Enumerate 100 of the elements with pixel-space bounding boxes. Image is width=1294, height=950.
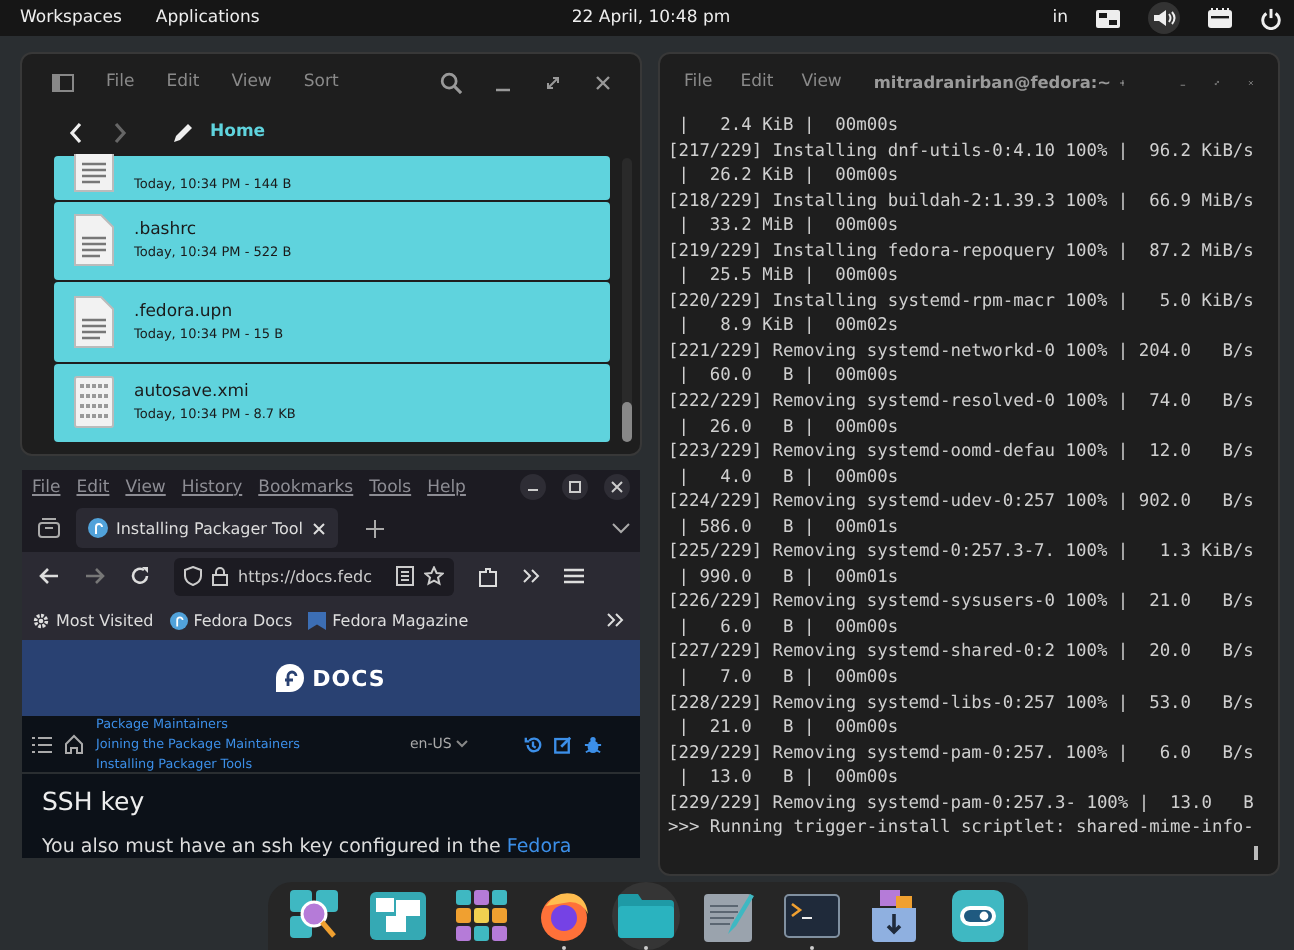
- home-icon[interactable]: [64, 734, 84, 754]
- shield-icon[interactable]: [184, 566, 202, 586]
- folder-icon: [618, 894, 675, 938]
- extensions-icon[interactable]: [478, 565, 498, 587]
- toggle-switch-icon: [951, 890, 1004, 942]
- bug-icon[interactable]: [583, 735, 602, 753]
- forward-icon[interactable]: [112, 121, 128, 143]
- running-indicator: [562, 946, 567, 950]
- menu-item[interactable]: Tools: [369, 477, 412, 497]
- terminal-line: | 26.2 KiB | 00m00s: [676, 164, 901, 190]
- bookmark[interactable]: Most Visited: [32, 611, 154, 629]
- forward-icon[interactable]: [84, 566, 106, 586]
- docs-logo-text[interactable]: DOCS: [312, 665, 386, 691]
- menu-item[interactable]: View: [125, 477, 166, 497]
- file-name: .bashrc: [134, 220, 199, 241]
- terminal-cursor: [1254, 845, 1258, 860]
- maximize-icon[interactable]: [568, 480, 582, 494]
- clock[interactable]: 22 April, 10:48 pm: [571, 8, 731, 28]
- text-file-icon: [74, 154, 114, 191]
- terminal-line: | 586.0 B | 00m01s: [676, 515, 901, 541]
- search-icon: [290, 890, 343, 942]
- power-icon[interactable]: [1260, 7, 1283, 29]
- terminal-line: | 13.0 B | 00m00s: [676, 766, 901, 792]
- fedora-logo-icon[interactable]: [276, 664, 305, 692]
- back-icon[interactable]: [38, 566, 60, 586]
- text-file-icon: [74, 295, 114, 348]
- sidebar-toggle-icon[interactable]: [52, 73, 74, 91]
- menu-item[interactable]: View: [801, 72, 842, 92]
- bookmark[interactable]: Fedora Docs: [169, 611, 293, 629]
- chevron-down-icon[interactable]: [612, 522, 630, 534]
- browser-tab[interactable]: Installing Packager Tool: [76, 508, 338, 548]
- tab-list-icon[interactable]: [38, 518, 60, 538]
- terminal-line: | 60.0 B | 00m00s: [676, 364, 901, 391]
- menu-item[interactable]: Edit: [76, 477, 110, 497]
- close-icon[interactable]: [610, 480, 624, 494]
- running-indicator: [810, 946, 815, 950]
- dock-item[interactable]: [612, 882, 681, 950]
- menu-item[interactable]: Help: [427, 477, 466, 497]
- chevron-down-icon[interactable]: [455, 740, 468, 748]
- browser-icon: [538, 890, 591, 942]
- reader-view-icon[interactable]: [396, 566, 414, 586]
- back-icon[interactable]: [68, 121, 84, 143]
- workspaces-button[interactable]: Workspaces: [20, 8, 122, 28]
- running-indicator: [644, 946, 649, 950]
- terminal-line: [226/229] Removing systemd-sysusers-0 100% | 21.0 B/s: [668, 590, 1256, 616]
- volume-icon[interactable]: [1148, 2, 1181, 34]
- menu-item[interactable]: Edit: [166, 72, 200, 92]
- history-icon[interactable]: [523, 735, 542, 753]
- address-bar[interactable]: https://docs.fedc: [174, 557, 454, 595]
- terminal-line: [229/229] Removing systemd-pam-0:257.3- 100% | 13.0 B: [668, 791, 1256, 817]
- terminal-line: | 8.9 KiB | 00m02s: [676, 314, 901, 340]
- close-button[interactable]: [604, 474, 630, 500]
- close-icon[interactable]: [594, 73, 612, 91]
- edit-icon[interactable]: [553, 735, 572, 753]
- scrollbar[interactable]: [622, 158, 632, 442]
- location-label[interactable]: Home: [210, 122, 266, 142]
- terminal-line: | 7.0 B | 00m00s: [676, 666, 901, 692]
- applications-button[interactable]: Applications: [155, 8, 260, 28]
- menu-icon[interactable]: [564, 568, 584, 584]
- pencil-icon[interactable]: [172, 121, 194, 143]
- search-icon[interactable]: [440, 71, 462, 93]
- double-chevron-icon[interactable]: [606, 612, 624, 628]
- keyboard-layout-indicator[interactable]: in: [1052, 8, 1069, 28]
- menu-item[interactable]: Edit: [740, 72, 774, 92]
- menu-item[interactable]: File: [32, 477, 61, 497]
- maximize-icon[interactable]: [544, 73, 562, 91]
- menu-item[interactable]: Bookmarks: [258, 477, 354, 497]
- terminal-line: [220/229] Installing systemd-rpm-macr 100% | 5.0 KiB/s: [668, 289, 1256, 315]
- paragraph: You also must have an ssh key configured in the Fedora: [42, 836, 574, 858]
- new-tab-icon[interactable]: [365, 519, 384, 537]
- reload-icon[interactable]: [130, 566, 150, 586]
- double-chevron-icon[interactable]: [522, 568, 540, 584]
- terminal-line: | 990.0 B | 00m01s: [676, 565, 901, 591]
- list-icon[interactable]: [32, 735, 52, 753]
- maximize-button[interactable]: [562, 474, 588, 500]
- link[interactable]: Fedora: [506, 836, 572, 858]
- menu-item[interactable]: Sort: [303, 72, 339, 92]
- menu-item[interactable]: View: [231, 72, 272, 92]
- terminal-line: [222/229] Removing systemd-resolved-0 100% | 74.0 B/s: [668, 390, 1256, 416]
- terminal-line: [221/229] Removing systemd-networkd-0 100% | 204.0 B/s: [668, 339, 1256, 365]
- terminal-line: [227/229] Removing systemd-shared-0:2 100% | 20.0 B/s: [668, 640, 1256, 667]
- menu-item[interactable]: History: [181, 477, 243, 497]
- terminal-line: [217/229] Installing dnf-utils-0:4.10 100% | 96.2 KiB/s: [668, 139, 1256, 165]
- minimize-button[interactable]: [520, 474, 546, 500]
- window-layout-icon[interactable]: [1096, 9, 1121, 27]
- terminal-line: [224/229] Removing systemd-udev-0:257 100% | 902.0 B/s: [668, 490, 1256, 516]
- gear-icon: [32, 611, 50, 629]
- fedora-icon: [88, 518, 108, 538]
- window-title: mitradranirban@fedora:~: [873, 72, 1111, 92]
- menu-item[interactable]: File: [684, 72, 713, 92]
- terminal-line: [218/229] Installing buildah-2:1.39.3 100% | 66.9 MiB/s: [668, 189, 1256, 215]
- terminal-line: [228/229] Removing systemd-libs-0:257 100% | 53.0 B/s: [668, 691, 1256, 717]
- terminal-line: [219/229] Installing fedora-repoquery 100% | 87.2 MiB/s: [668, 239, 1256, 265]
- menu-item[interactable]: File: [106, 72, 135, 92]
- star-icon[interactable]: [424, 566, 444, 586]
- data-file-icon: [74, 376, 114, 429]
- lock-icon[interactable]: [212, 566, 228, 586]
- bookmark[interactable]: Fedora Magazine: [308, 611, 469, 629]
- terminal-line: [223/229] Removing systemd-oomd-defau 100% | 12.0 B/s: [668, 440, 1256, 466]
- text-editor-icon: [703, 890, 756, 942]
